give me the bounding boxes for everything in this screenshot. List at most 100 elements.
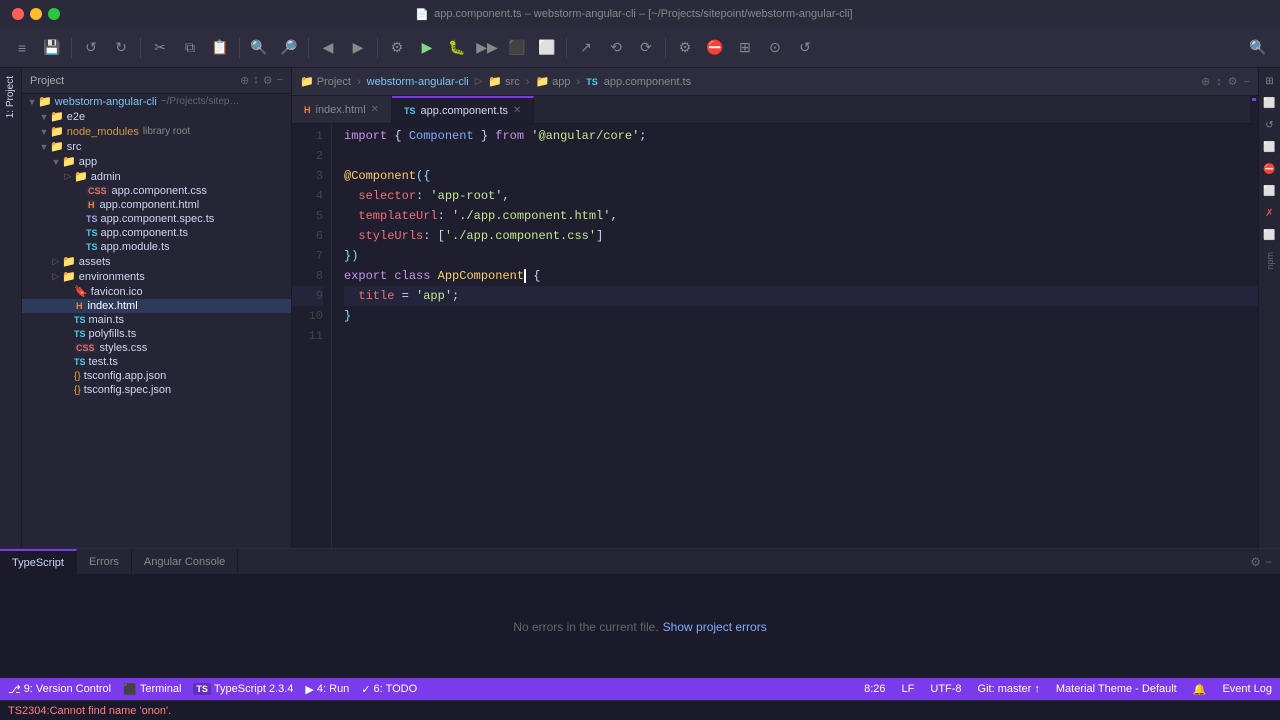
tree-item-src[interactable]: ▼ 📁 src	[22, 139, 291, 154]
status-run[interactable]: ▶ 4: Run	[305, 683, 349, 696]
status-typescript[interactable]: TS TypeScript 2.3.4	[193, 683, 293, 695]
paste-btn[interactable]: 📋	[206, 34, 234, 62]
copy-btn[interactable]: ⧉	[176, 34, 204, 62]
code-content[interactable]: import { Component } from '@angular/core…	[332, 124, 1258, 548]
status-todo[interactable]: ✓ 6: TODO	[361, 683, 417, 696]
tab-index-close[interactable]: ✕	[371, 104, 379, 115]
settings-btn[interactable]: ⚙	[671, 34, 699, 62]
tool-warning-icon[interactable]: ⬜	[1261, 182, 1279, 200]
tree-item-styles[interactable]: CSS styles.css	[22, 341, 291, 355]
tree-item-environments[interactable]: ▷ 📁 environments	[22, 269, 291, 284]
history-btn[interactable]: ⟲	[602, 34, 630, 62]
locate-icon[interactable]: ⊕	[240, 74, 249, 87]
gear-icon[interactable]: ⚙	[263, 74, 273, 87]
tool-expand-icon[interactable]: ⬜	[1261, 94, 1279, 112]
tab-component-close[interactable]: ✕	[513, 105, 521, 116]
maximize-window-btn[interactable]	[48, 8, 60, 20]
expand-icon[interactable]: ↕	[253, 74, 259, 87]
status-vcs[interactable]: ⎇ 9: Version Control	[8, 683, 111, 696]
tree-item-node-modules[interactable]: ▼ 📁 node_modules library root	[22, 124, 291, 139]
editor-section: 📁 Project › webstorm-angular-cli ▷ 📁 src…	[292, 68, 1280, 548]
vcs-btn[interactable]: ↗	[572, 34, 600, 62]
tool-error-icon[interactable]: ⛔	[1261, 160, 1279, 178]
tree-item-e2e[interactable]: ▼ 📁 e2e	[22, 109, 291, 124]
breadcrumb-project-label: Project	[317, 76, 351, 88]
tool-pin-icon[interactable]: ⬜	[1261, 138, 1279, 156]
run-btn[interactable]: ▶	[413, 34, 441, 62]
debug-btn[interactable]: 🐛	[443, 34, 471, 62]
theme-label[interactable]: Material Theme - Default	[1056, 683, 1177, 695]
show-project-errors-link[interactable]: Show project errors	[663, 620, 767, 634]
tree-action-locate[interactable]: ⊕	[1201, 75, 1210, 88]
tree-item-assets[interactable]: ▷ 📁 assets	[22, 254, 291, 269]
tree-item-favicon[interactable]: 🔖 favicon.ico	[22, 284, 291, 299]
save-btn[interactable]: 💾	[38, 34, 66, 62]
tree-item-main[interactable]: TS main.ts	[22, 313, 291, 327]
restart-btn[interactable]: ⬜	[533, 34, 561, 62]
tab-index-html[interactable]: H index.html ✕	[292, 96, 392, 123]
tool-run-icon[interactable]: ⬜	[1261, 226, 1279, 244]
line-ending[interactable]: LF	[902, 683, 915, 695]
menu-btn[interactable]: ≡	[8, 34, 36, 62]
project-tab[interactable]: 1: Project	[2, 68, 19, 126]
tree-item-polyfills[interactable]: TS polyfills.ts	[22, 327, 291, 341]
database-btn[interactable]: ⊞	[731, 34, 759, 62]
revert-btn[interactable]: ⟳	[632, 34, 660, 62]
breadcrumb-app[interactable]: 📁 app	[535, 75, 570, 88]
tree-item-test[interactable]: TS test.ts	[22, 355, 291, 369]
tree-action-close[interactable]: −	[1244, 76, 1250, 88]
search-btn[interactable]: 🔍	[245, 34, 273, 62]
target-btn[interactable]: ⊙	[761, 34, 789, 62]
tool-close-icon[interactable]: ✗	[1261, 204, 1279, 222]
breadcrumb-expand-icon[interactable]: ▷	[475, 76, 483, 87]
problems-btn[interactable]: ⛔	[701, 34, 729, 62]
status-terminal[interactable]: ⬛ Terminal	[123, 683, 181, 696]
cut-btn[interactable]: ✂	[146, 34, 174, 62]
code-editor[interactable]: 1 2 3 4 5 6 7 8 9 10 11	[292, 124, 1258, 548]
tab-errors[interactable]: Errors	[77, 549, 132, 574]
git-branch[interactable]: Git: master ↑	[978, 683, 1040, 695]
close-window-btn[interactable]	[12, 8, 24, 20]
breadcrumb-src[interactable]: 📁 src	[488, 75, 519, 88]
event-log-label[interactable]: Event Log	[1222, 683, 1272, 695]
close-tree-icon[interactable]: −	[277, 74, 283, 87]
tree-item-app-spec[interactable]: TS app.component.spec.ts	[22, 212, 291, 226]
breadcrumb-webstorm[interactable]: webstorm-angular-cli	[367, 76, 469, 88]
global-search-btn[interactable]: 🔍	[1244, 34, 1272, 62]
minimize-window-btn[interactable]	[30, 8, 42, 20]
replace-btn[interactable]: 🔎	[275, 34, 303, 62]
tree-action-expand[interactable]: ↕	[1216, 76, 1222, 88]
tree-item-app-module[interactable]: TS app.module.ts	[22, 240, 291, 254]
tree-item-root[interactable]: ▼ 📁 webstorm-angular-cli ~/Projects/site…	[22, 94, 291, 109]
tab-angular-console[interactable]: Angular Console	[132, 549, 238, 574]
line-numbers: 1 2 3 4 5 6 7 8 9 10 11	[292, 124, 332, 548]
tree-item-index-html[interactable]: H index.html	[22, 299, 291, 313]
encoding[interactable]: UTF-8	[930, 683, 961, 695]
bottom-minimize-icon[interactable]: −	[1265, 555, 1272, 569]
tree-item-app[interactable]: ▼ 📁 app	[22, 154, 291, 169]
forward-btn[interactable]: ▶	[344, 34, 372, 62]
breadcrumb-project[interactable]: 📁 Project	[300, 75, 351, 88]
sync-btn[interactable]: ↺	[791, 34, 819, 62]
tool-refresh-icon[interactable]: ↺	[1261, 116, 1279, 134]
tree-item-app-component-ts[interactable]: TS app.component.ts	[22, 226, 291, 240]
error-text: TS2304:Cannot find name 'onon'.	[8, 705, 171, 717]
tree-item-admin[interactable]: ▷ 📁 admin	[22, 169, 291, 184]
stop-btn[interactable]: ⬛	[503, 34, 531, 62]
tree-item-tsconfig-app[interactable]: {} tsconfig.app.json	[22, 369, 291, 383]
tab-app-component[interactable]: TS app.component.ts ✕	[392, 96, 534, 123]
tree-item-app-css[interactable]: CSS app.component.css	[22, 184, 291, 198]
run-with-coverage-btn[interactable]: ▶▶	[473, 34, 501, 62]
undo-btn[interactable]: ↺	[77, 34, 105, 62]
cursor-position[interactable]: 8:26	[864, 683, 885, 695]
back-btn[interactable]: ◀	[314, 34, 342, 62]
tool-favorites-icon[interactable]: ⊞	[1261, 72, 1279, 90]
build-btn[interactable]: ⚙	[383, 34, 411, 62]
bottom-settings-icon[interactable]: ⚙	[1250, 555, 1261, 569]
tree-item-tsconfig-spec[interactable]: {} tsconfig.spec.json	[22, 383, 291, 397]
tree-action-settings[interactable]: ⚙	[1228, 75, 1238, 88]
tab-typescript[interactable]: TypeScript	[0, 549, 77, 574]
redo-btn[interactable]: ↺	[107, 34, 135, 62]
tree-item-app-html[interactable]: H app.component.html	[22, 198, 291, 212]
breadcrumb-file[interactable]: TS app.component.ts	[586, 76, 691, 88]
